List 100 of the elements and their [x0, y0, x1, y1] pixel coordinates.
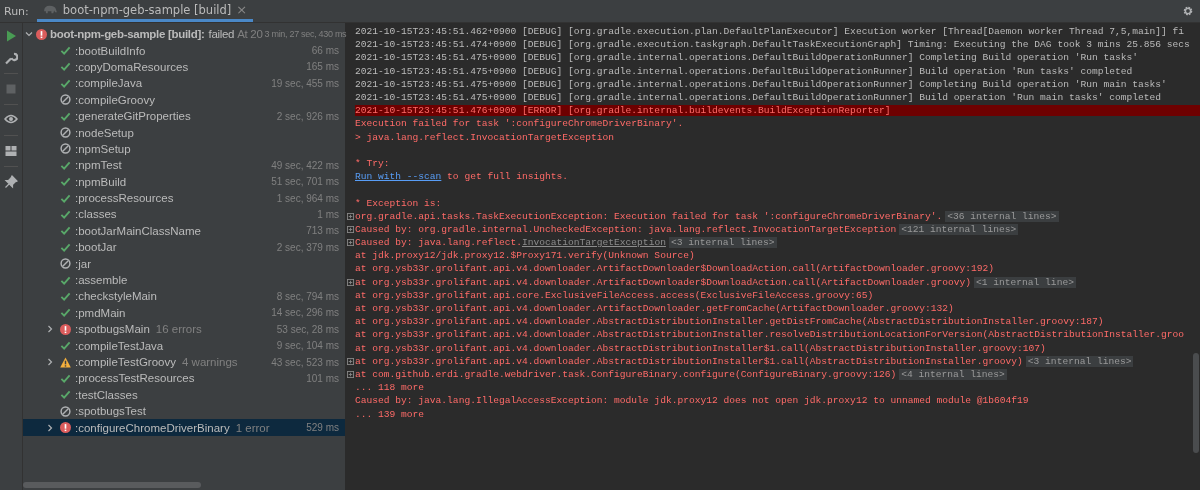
log-line: at org.ysb33r.grolifant.api.v4.downloader.AbstractDistributionInstaller.resolveDistributionLocationForVersion(AbstractDistributionInstaller.groo [355, 329, 1185, 341]
close-button[interactable]: × [236, 2, 248, 17]
pin-icon[interactable] [4, 175, 18, 189]
task-note: 1 error [235, 421, 270, 434]
log-line: 2021-10-15T23:45:51.475+0900 [DEBUG] [org.gradle.internal.operations.DefaultBuildOperationRunner] Completing Build operation 'Run main tasks' [355, 78, 1167, 90]
task-name: :compileTestGroovy [75, 356, 176, 368]
internal-lines-tag[interactable]: <1 internal line> [974, 276, 1076, 288]
task-duration: 14 sec, 296 ms [271, 307, 339, 319]
expand-icon[interactable] [347, 225, 354, 233]
tree-row[interactable]: :spotbugsTest [23, 403, 345, 420]
task-name: :checkstyleMain [75, 290, 157, 303]
expand-icon[interactable] [347, 239, 354, 247]
tree-row[interactable]: :nodeSetup [23, 124, 345, 141]
tree-row[interactable]: :classes 1 ms [23, 206, 345, 223]
internal-lines-tag[interactable]: <3 internal lines> [668, 237, 777, 249]
tree-row[interactable]: :pmdMain 14 sec, 296 ms [23, 304, 345, 322]
task-name: :bootJarMainClassName [75, 224, 201, 237]
tree-row[interactable]: :npmTest 49 sec, 422 ms [23, 157, 345, 174]
link[interactable]: Run with --scan [355, 171, 442, 183]
log-line: at org.ysb33r.grolifant.api.v4.downloader.AbstractDistributionInstaller$1.call(AbstractDistributionInstaller.groovy:107) [355, 342, 1046, 354]
log-line: ... 139 more [355, 408, 425, 420]
tree-row[interactable]: :bootJar 2 sec, 379 ms [23, 239, 345, 256]
tree-row[interactable]: :compileJava 19 sec, 455 ms [23, 75, 345, 92]
link[interactable]: InvocationTargetException [521, 237, 666, 249]
chevron-icon[interactable] [46, 423, 54, 432]
task-duration: 713 ms [306, 225, 339, 237]
log-line: 2021-10-15T23:45:51.475+0900 [DEBUG] [org.gradle.internal.operations.DefaultBuildOperationRunner] Completing Build operation 'Run tasks' [355, 52, 1138, 64]
tree-row[interactable]: :jar [23, 255, 345, 272]
task-duration: 101 ms [306, 372, 339, 384]
tree-row[interactable]: :processTestResources 101 ms [23, 370, 345, 387]
expand-icon[interactable] [347, 278, 354, 286]
task-duration: 66 ms [311, 45, 339, 57]
internal-lines-tag[interactable]: <3 internal lines> [1025, 355, 1134, 367]
log-line: 2021-10-15T23:45:51.475+0900 [DEBUG] [org.gradle.internal.operations.DefaultBuildOperationRunner] Build operation 'Run tasks' completed [355, 65, 1133, 77]
log-line: Caused by: java.lang.IllegalAccessException: module jdk.proxy12 does not open jdk.proxy12 to unnamed module @1b604f19 [355, 395, 1029, 407]
task-name: :compileJava [75, 77, 143, 90]
task-note: At 20 [237, 28, 263, 41]
run-icon[interactable] [4, 29, 18, 43]
task-duration: 8 sec, 794 ms [276, 290, 339, 302]
task-name: :spotbugsTest [75, 405, 146, 418]
tree-row[interactable]: :processResources 1 sec, 964 ms [23, 189, 345, 207]
chevron-icon[interactable] [25, 30, 33, 39]
chevron-icon[interactable] [46, 325, 54, 334]
task-duration: 529 ms [306, 422, 339, 434]
log-line: at jdk.proxy12/jdk.proxy12.$Proxy171.verify(Unknown Source) [355, 250, 695, 262]
expand-icon[interactable] [347, 212, 354, 220]
task-duration: 1 sec, 964 ms [276, 192, 339, 204]
tree-row[interactable]: :generateGitProperties 2 sec, 926 ms [23, 107, 345, 125]
scrollbar[interactable] [23, 482, 201, 488]
log-line: ... 118 more [355, 382, 425, 394]
layout-icon[interactable] [4, 144, 18, 158]
tree-row[interactable]: :bootBuildInfo 66 ms [23, 42, 345, 59]
task-name: :assemble [75, 274, 128, 287]
tree-row[interactable]: :bootJarMainClassName 713 ms [23, 222, 345, 240]
tree-row[interactable]: boot-npm-geb-sample [build]: failed At 20 3 min, 27 sec, 430 ms [23, 26, 345, 43]
scrollbar[interactable] [1193, 353, 1199, 453]
tree-row[interactable]: :assemble [23, 271, 345, 289]
tree-row[interactable]: :copyDomaResources 165 ms [23, 58, 345, 76]
wrench-icon[interactable] [4, 51, 18, 65]
expand-icon[interactable] [347, 370, 354, 378]
internal-lines-tag[interactable]: <121 internal lines> [899, 223, 1019, 235]
task-name: :configureChromeDriverBinary [75, 421, 230, 434]
task-name: :classes [75, 208, 117, 221]
log-line: Caused by: java.lang.reflect.InvocationTargetException [355, 237, 666, 249]
task-name: :jar [75, 257, 91, 270]
task-name: :npmTest [75, 159, 122, 172]
log-line: * Try: [355, 157, 390, 169]
task-name: :compileGroovy [75, 93, 155, 106]
task-name: :copyDomaResources [75, 60, 189, 73]
tree-row[interactable]: :testClasses [23, 386, 345, 403]
log-line: at org.ysb33r.grolifant.api.v4.downloader.ArtifactDownloader$DownloadAction.call(ArtifactDownloader.groovy:192) [355, 263, 995, 275]
log-line: 2021-10-15T23:45:51.462+0900 [DEBUG] [org.gradle.execution.plan.DefaultPlanExecutor] Execution worker [Thread[Daemon worker Thread 7,5,main]] fi [355, 26, 1185, 38]
task-duration: 53 sec, 28 ms [276, 323, 339, 335]
tree-row[interactable]: :npmSetup [23, 140, 345, 158]
log-line: 2021-10-15T23:45:51.475+0900 [DEBUG] [org.gradle.internal.operations.DefaultBuildOperationRunner] Build operation 'Run main tasks' completed [355, 92, 1161, 104]
tree-row[interactable]: :spotbugsMain 16 errors 53 sec, 28 ms [23, 321, 345, 338]
task-name: :processTestResources [75, 372, 195, 385]
run-label: Run: [3, 4, 30, 18]
log-line: 2021-10-15T23:45:51.474+0900 [DEBUG] [org.gradle.execution.taskgraph.DefaultTaskExecutionGraph] Timing: Executing the DAG took 3 mins 25.856 secs [355, 39, 1190, 51]
tree-row[interactable]: :compileGroovy [23, 91, 345, 108]
task-duration: 49 sec, 422 ms [271, 159, 339, 171]
log-line: Caused by: org.gradle.internal.UncheckedException: java.lang.reflect.InvocationTargetException [355, 223, 897, 235]
task-duration: 51 sec, 701 ms [271, 176, 339, 188]
internal-lines-tag[interactable]: <36 internal lines> [945, 210, 1059, 222]
internal-lines-tag[interactable]: <4 internal lines> [899, 368, 1007, 380]
tree-row[interactable]: :npmBuild 51 sec, 701 ms [23, 173, 345, 190]
build-status: failed [208, 28, 235, 41]
task-name: :generateGitProperties [75, 110, 191, 123]
task-name: :npmBuild [75, 175, 127, 188]
log-line: org.gradle.api.tasks.TaskExecutionException: Execution failed for task ':configureChromeDriverBinary'. [355, 210, 943, 222]
task-name: :compileTestJava [75, 339, 164, 352]
chevron-icon[interactable] [46, 358, 54, 366]
elephant-icon [42, 4, 58, 15]
log-line: > java.lang.reflect.InvocationTargetException [355, 131, 615, 143]
settings-icon[interactable] [1182, 5, 1194, 17]
tree-row[interactable]: :compileTestGroovy 4 warnings 43 sec, 523 ms [23, 353, 345, 371]
tree-row[interactable]: :configureChromeDriverBinary 1 error 529 ms [23, 419, 345, 436]
tree-row[interactable]: :checkstyleMain 8 sec, 794 ms [23, 288, 345, 305]
task-name: :npmSetup [75, 142, 131, 155]
expand-icon[interactable] [347, 357, 354, 365]
